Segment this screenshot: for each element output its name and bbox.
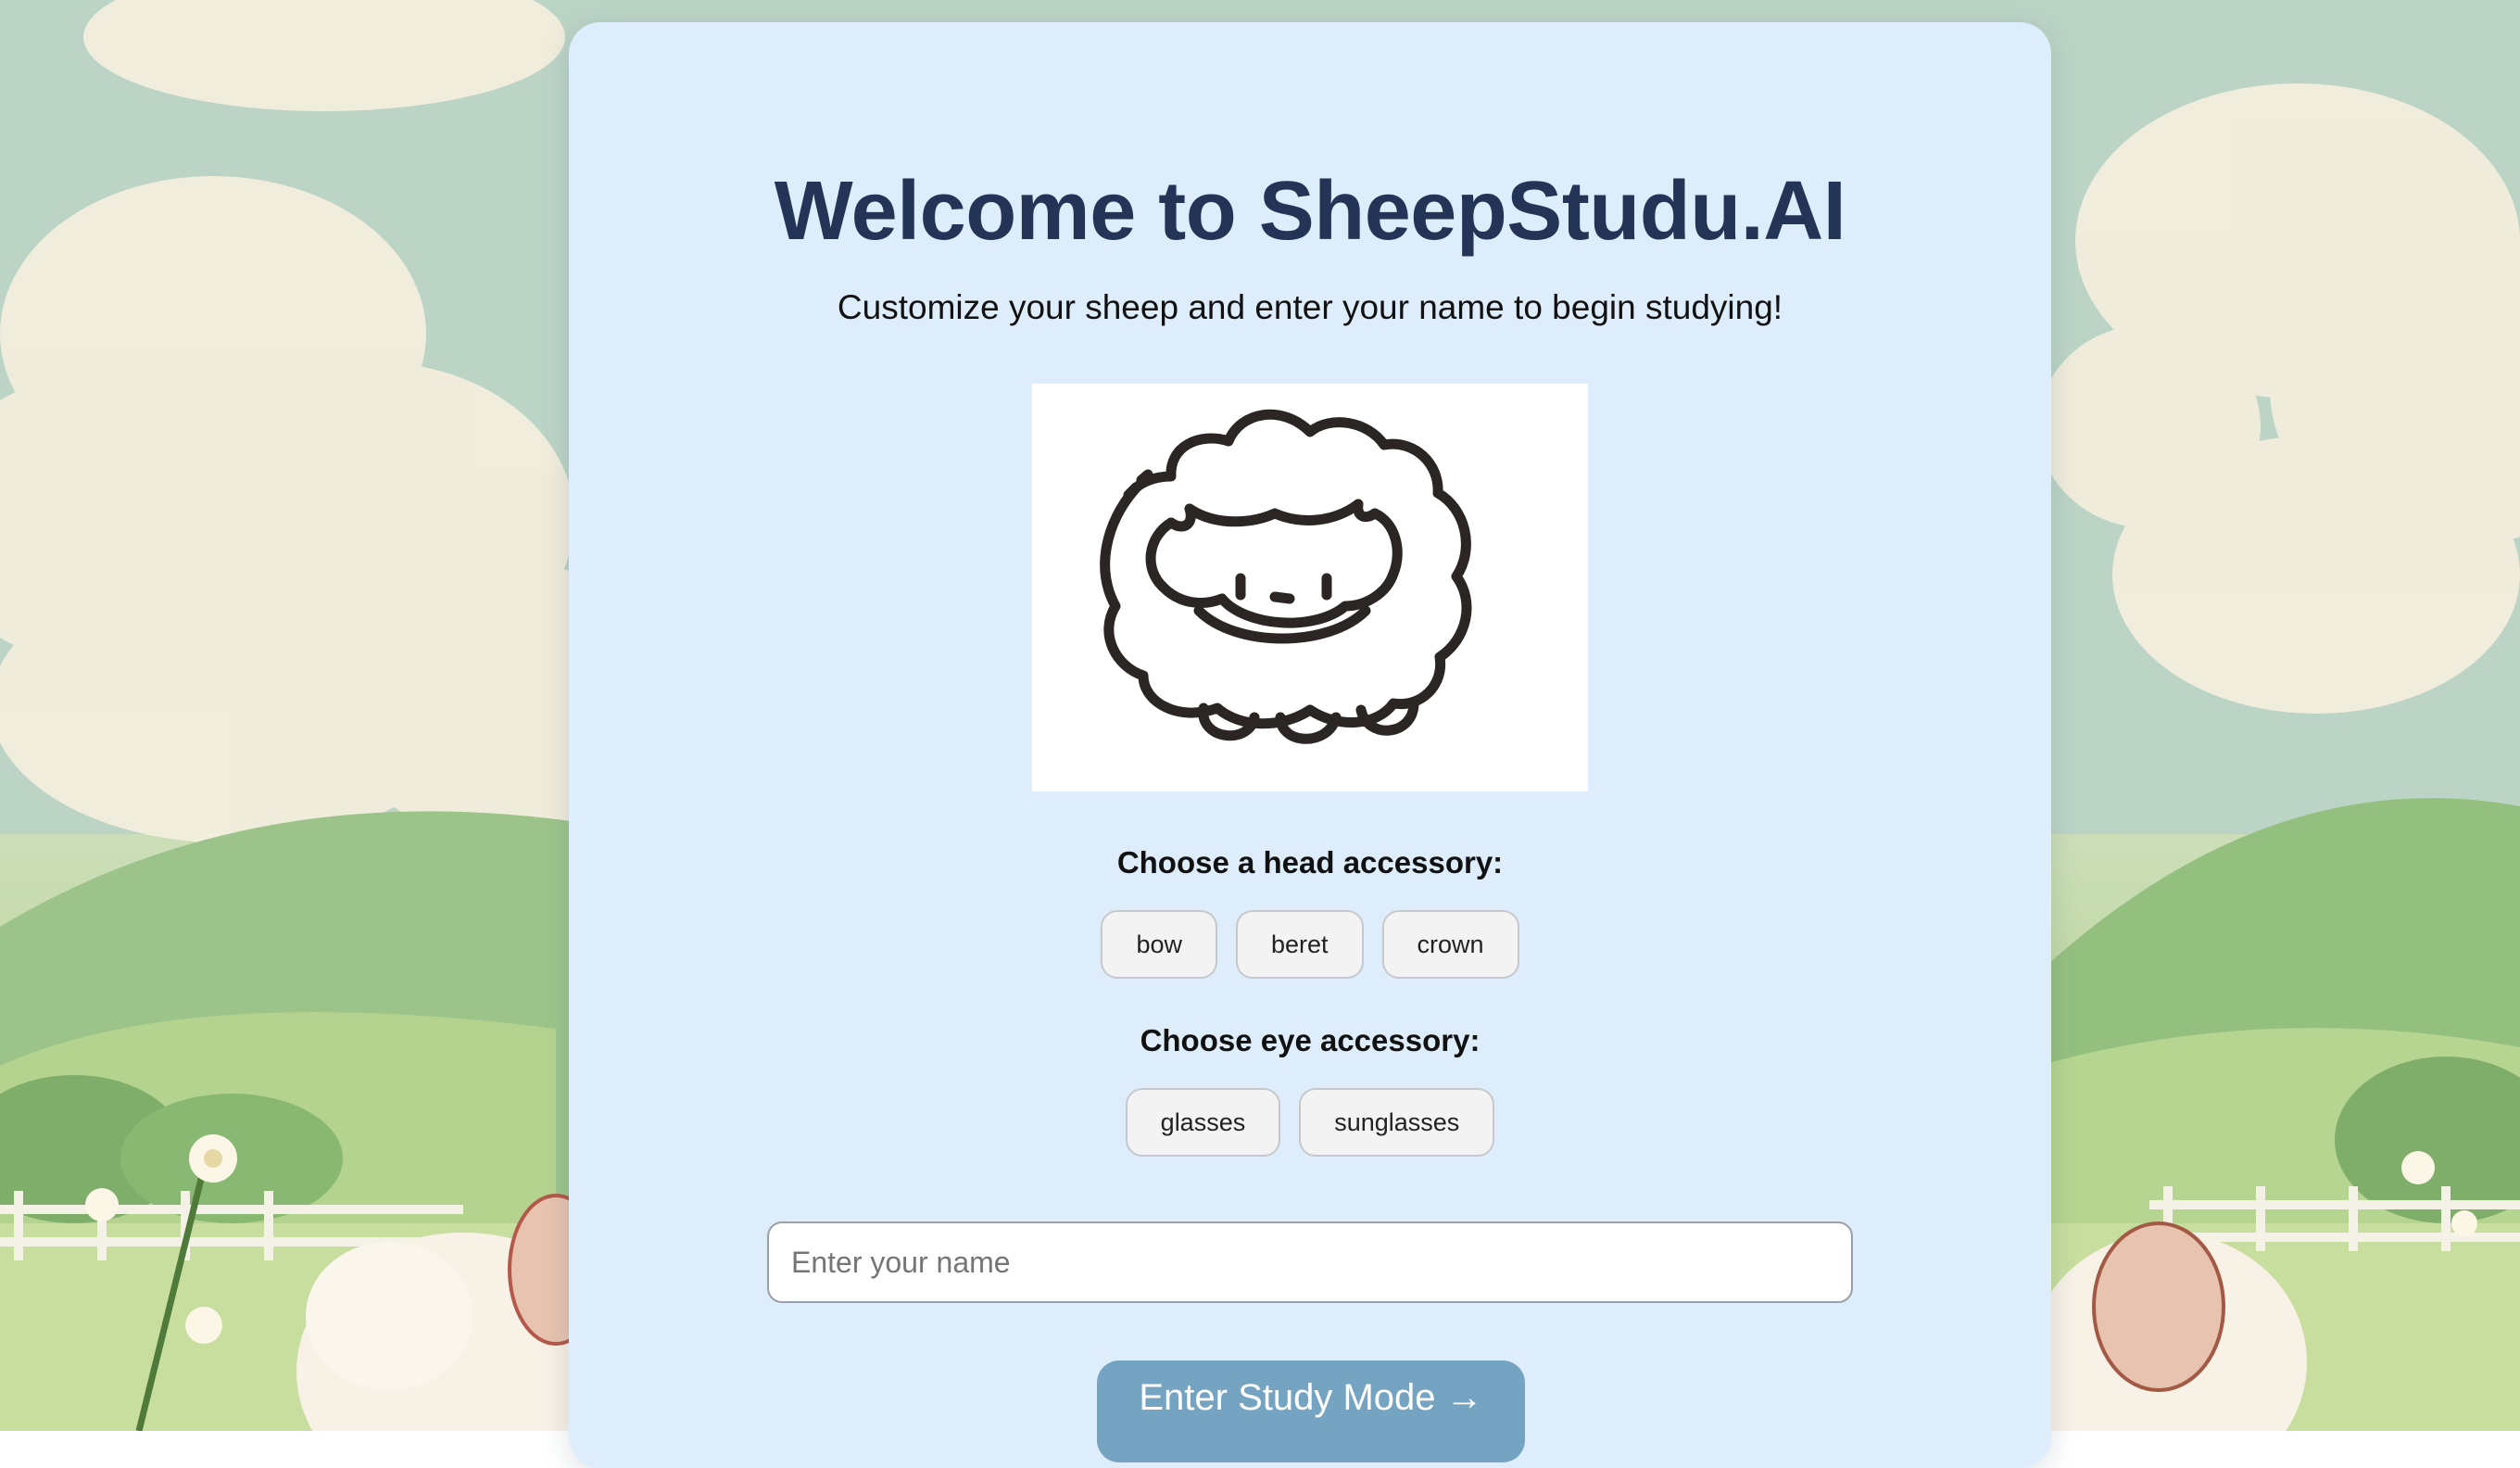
page-title: Welcome to SheepStudu.AI: [774, 165, 1846, 258]
enter-study-mode-button[interactable]: Enter Study Mode →: [1097, 1360, 1525, 1462]
bow-button[interactable]: bow: [1101, 910, 1217, 979]
sheep-preview: [1032, 384, 1588, 791]
crown-button[interactable]: crown: [1381, 910, 1519, 979]
welcome-card: Welcome to SheepStudu.AI Customize your …: [569, 22, 2051, 1468]
name-input[interactable]: [767, 1221, 1853, 1303]
head-accessory-label: Choose a head accessory:: [1116, 845, 1504, 880]
beret-button[interactable]: beret: [1235, 910, 1364, 979]
sheep-icon: [1100, 409, 1472, 744]
eye-accessory-label: Choose eye accessory:: [1140, 1023, 1480, 1057]
page-subtitle: Customize your sheep and enter your name…: [837, 288, 1783, 326]
glasses-button[interactable]: glasses: [1125, 1088, 1281, 1157]
head-accessory-options: bow beret crown: [569, 910, 2051, 979]
eye-accessory-options: glasses sunglasses: [569, 1088, 2051, 1157]
sunglasses-button[interactable]: sunglasses: [1299, 1088, 1495, 1157]
